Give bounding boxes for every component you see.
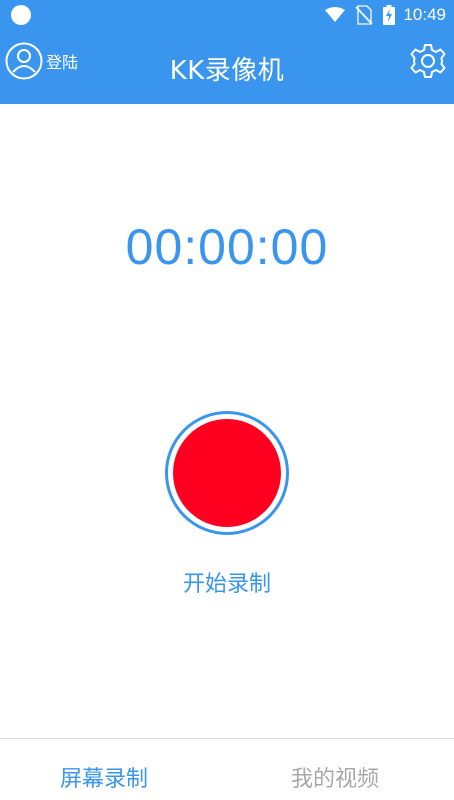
tab-my-videos[interactable]: 我的视频: [291, 761, 379, 793]
no-sim-icon: [355, 5, 374, 25]
status-time: 10:49: [403, 5, 446, 24]
record-dot-icon: [173, 419, 281, 527]
wifi-icon: [325, 7, 346, 22]
start-record-label: 开始录制: [182, 572, 271, 597]
battery-charging-icon: [383, 5, 396, 25]
gear-icon[interactable]: [409, 42, 447, 80]
start-record-button[interactable]: [165, 411, 289, 535]
tab-screen-record[interactable]: 屏幕录制: [60, 761, 148, 793]
bottom-nav: 屏幕录制 我的视频: [0, 738, 454, 800]
notification-dot-icon: [11, 5, 31, 25]
status-bar: 10:49: [0, 0, 454, 30]
status-icons: 10:49: [325, 4, 446, 26]
app-bar: 登陆 KK录像机: [0, 30, 454, 104]
recording-timer: 00:00:00: [125, 219, 329, 275]
page-title: KK录像机: [169, 56, 285, 86]
